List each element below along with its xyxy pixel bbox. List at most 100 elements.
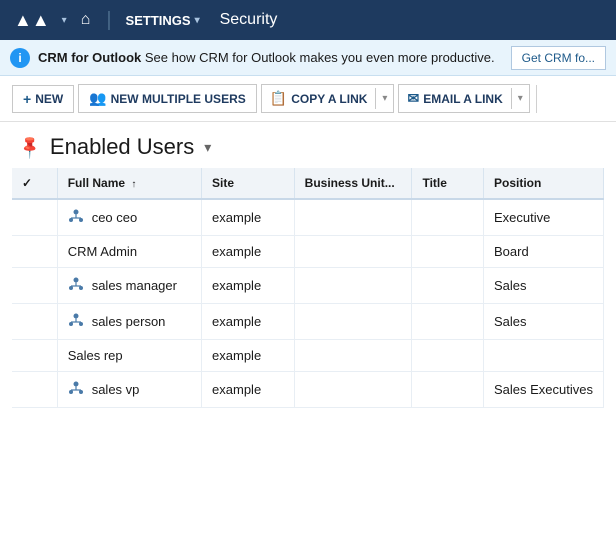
table-wrapper: ✓ Full Name ↑ Site Business Unit... Titl… (0, 168, 616, 408)
col-header-fullname[interactable]: Full Name ↑ (57, 168, 201, 199)
row-site-cell: example (202, 340, 295, 372)
table-row[interactable]: CRM Admin example Board (12, 236, 604, 268)
col-position-label: Position (494, 176, 541, 190)
notification-product: CRM for Outlook (38, 50, 141, 65)
page-title-dropdown-icon[interactable]: ▾ (204, 139, 211, 156)
row-name-text: Sales rep (68, 348, 123, 363)
security-nav-label: Security (210, 11, 288, 29)
row-check-cell[interactable] (12, 372, 57, 408)
row-name-cell: sales person (57, 304, 201, 340)
row-position-cell: Sales Executives (484, 372, 604, 408)
row-name-cell: CRM Admin (57, 236, 201, 268)
get-crm-button[interactable]: Get CRM fo... (511, 46, 606, 70)
row-name-text: sales person (92, 314, 166, 329)
row-name-text: sales vp (92, 382, 140, 397)
row-business-unit-cell (294, 236, 412, 268)
logo-dropdown-icon[interactable]: ▾ (60, 15, 69, 26)
col-header-business-unit[interactable]: Business Unit... (294, 168, 412, 199)
toolbar: + NEW 👥 NEW MULTIPLE USERS 📋 COPY A LINK… (0, 76, 616, 122)
row-title-cell (412, 199, 484, 236)
settings-label: SETTINGS (126, 13, 191, 28)
table-row[interactable]: ceo ceoexampleExecutive (12, 199, 604, 236)
col-header-check[interactable]: ✓ (12, 168, 57, 199)
top-nav: ▲▲ ▾ ⌂ | SETTINGS ▾ Security (0, 0, 616, 40)
user-hierarchy-icon (68, 208, 84, 227)
copy-link-label: COPY A LINK (291, 92, 367, 106)
row-title-cell (412, 304, 484, 340)
notification-message: See how CRM for Outlook makes you even m… (145, 50, 495, 65)
row-position-cell: Sales (484, 304, 604, 340)
col-site-label: Site (212, 176, 234, 190)
table-row[interactable]: sales person example Sales (12, 304, 604, 340)
row-name-text: CRM Admin (68, 244, 137, 259)
notification-bar: i CRM for Outlook See how CRM for Outloo… (0, 40, 616, 76)
row-position-cell (484, 340, 604, 372)
row-check-cell[interactable] (12, 199, 57, 236)
col-header-title[interactable]: Title (412, 168, 484, 199)
email-link-main[interactable]: ✉ EMAIL A LINK (399, 85, 510, 112)
sort-asc-icon: ↑ (131, 179, 136, 190)
row-name-cell: sales manager (57, 268, 201, 304)
new-button-label: NEW (35, 92, 63, 106)
table-row[interactable]: sales managerexample Sales (12, 268, 604, 304)
row-site-cell: example (202, 304, 295, 340)
copy-link-dropdown-icon[interactable]: ▾ (375, 88, 393, 109)
col-bu-label: Business Unit... (305, 176, 395, 190)
toolbar-divider (536, 85, 537, 113)
col-header-site[interactable]: Site (202, 168, 295, 199)
row-title-cell (412, 268, 484, 304)
app-logo[interactable]: ▲▲ (8, 10, 56, 31)
row-position-cell: Executive (484, 199, 604, 236)
home-icon[interactable]: ⌂ (73, 11, 99, 29)
row-title-cell (412, 340, 484, 372)
plus-icon: + (23, 91, 31, 107)
settings-nav[interactable]: SETTINGS ▾ (120, 13, 206, 28)
col-title-label: Title (422, 176, 446, 190)
user-hierarchy-icon (68, 276, 84, 295)
table-row[interactable]: sales vp example Sales Executives (12, 372, 604, 408)
copy-link-button[interactable]: 📋 COPY A LINK ▾ (261, 84, 395, 113)
email-link-button[interactable]: ✉ EMAIL A LINK ▾ (398, 84, 529, 113)
row-name-cell: sales vp (57, 372, 201, 408)
user-hierarchy-icon (68, 380, 84, 399)
table-header-row: ✓ Full Name ↑ Site Business Unit... Titl… (12, 168, 604, 199)
row-check-cell[interactable] (12, 304, 57, 340)
row-site-cell: example (202, 372, 295, 408)
page-title: Enabled Users (50, 134, 194, 160)
users-icon: 👥 (89, 90, 106, 107)
row-check-cell[interactable] (12, 268, 57, 304)
page-title-row: 📌 Enabled Users ▾ (0, 122, 616, 168)
info-icon: i (10, 48, 30, 68)
row-site-cell: example (202, 236, 295, 268)
row-business-unit-cell (294, 268, 412, 304)
notification-text: CRM for Outlook See how CRM for Outlook … (38, 50, 503, 65)
new-button[interactable]: + NEW (12, 85, 74, 113)
nav-divider: | (102, 9, 115, 32)
row-title-cell (412, 236, 484, 268)
col-header-position[interactable]: Position (484, 168, 604, 199)
row-business-unit-cell (294, 372, 412, 408)
copy-link-main[interactable]: 📋 COPY A LINK (262, 85, 376, 112)
row-business-unit-cell (294, 199, 412, 236)
new-multiple-users-button[interactable]: 👥 NEW MULTIPLE USERS (78, 84, 257, 113)
email-link-dropdown-icon[interactable]: ▾ (511, 88, 529, 109)
table-row[interactable]: Sales rep example (12, 340, 604, 372)
row-position-cell: Board (484, 236, 604, 268)
row-check-cell[interactable] (12, 340, 57, 372)
row-name-cell: ceo ceo (57, 199, 201, 236)
row-name-cell: Sales rep (57, 340, 201, 372)
row-business-unit-cell (294, 304, 412, 340)
col-fullname-label: Full Name (68, 176, 125, 190)
row-site-cell: example (202, 268, 295, 304)
settings-chevron-icon: ▾ (195, 15, 200, 26)
users-table: ✓ Full Name ↑ Site Business Unit... Titl… (12, 168, 604, 408)
row-name-text: ceo ceo (92, 210, 138, 225)
copy-icon: 📋 (270, 90, 287, 107)
row-title-cell (412, 372, 484, 408)
row-check-cell[interactable] (12, 236, 57, 268)
email-icon: ✉ (407, 90, 419, 107)
email-link-label: EMAIL A LINK (423, 92, 503, 106)
checkmark-icon: ✓ (22, 176, 32, 190)
user-hierarchy-icon (68, 312, 84, 331)
row-position-cell: Sales (484, 268, 604, 304)
